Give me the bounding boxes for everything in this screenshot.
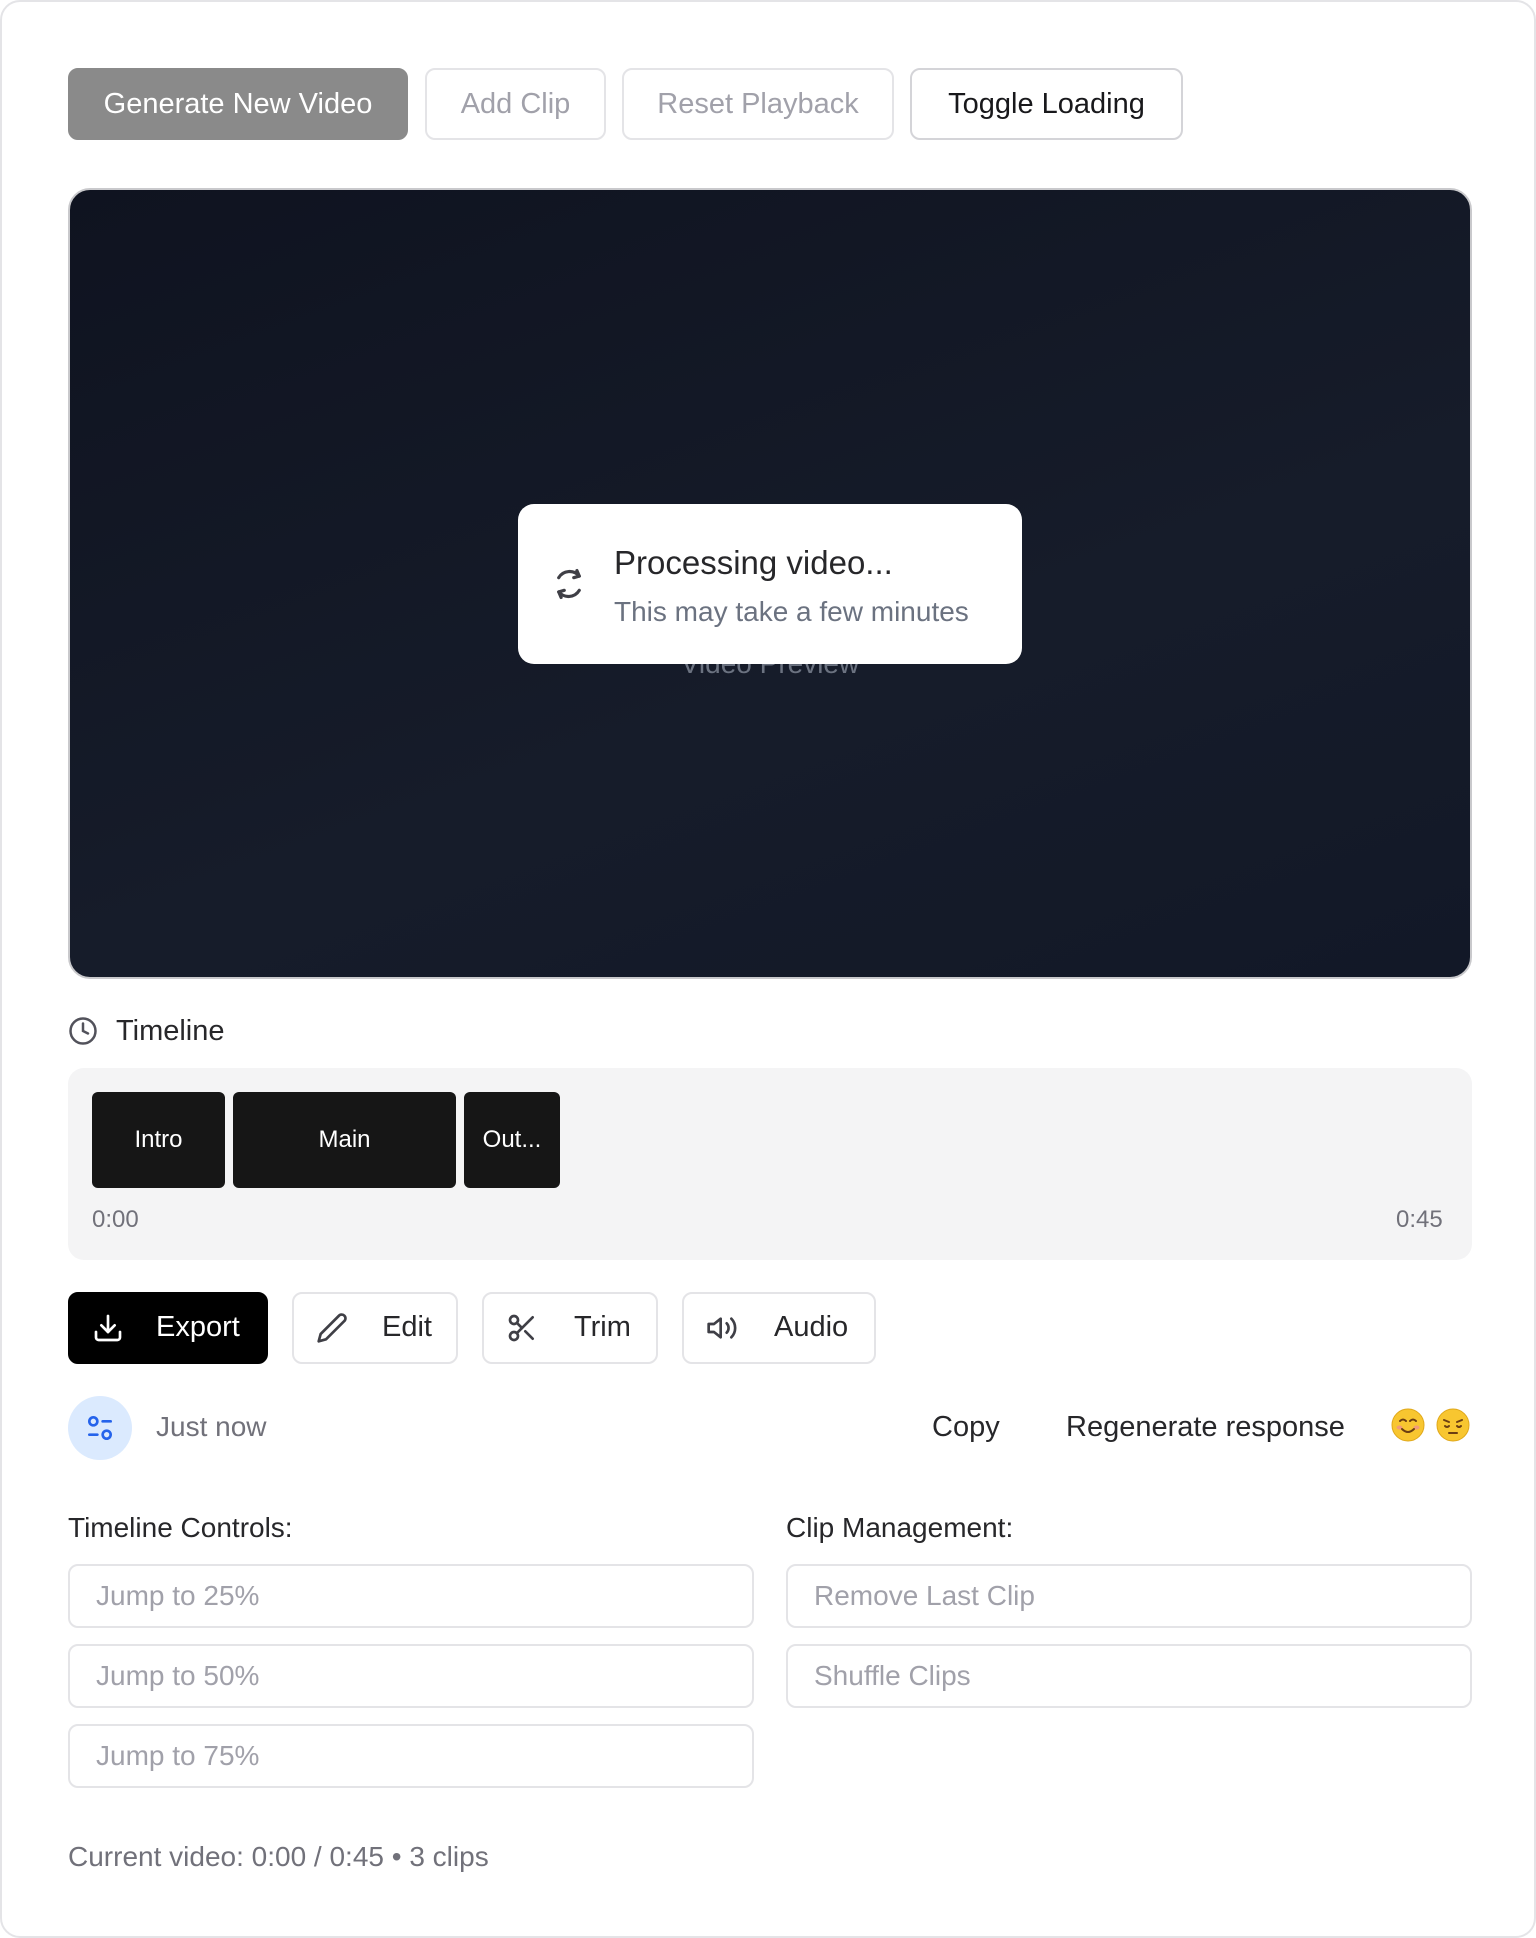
shuffle-clips-button[interactable]: Shuffle Clips bbox=[786, 1644, 1472, 1708]
audio-label: Audio bbox=[774, 1311, 849, 1343]
trim-label: Trim bbox=[574, 1311, 631, 1343]
timeline-clip[interactable]: Main bbox=[233, 1092, 456, 1188]
loading-subtitle: This may take a few minutes bbox=[614, 596, 969, 627]
pensive-emoji-icon[interactable] bbox=[1436, 1408, 1470, 1442]
refresh-spinner-icon bbox=[557, 568, 581, 600]
pencil-icon bbox=[317, 1313, 347, 1343]
audio-button[interactable]: Audio bbox=[682, 1292, 876, 1364]
response-timestamp: Just now bbox=[156, 1411, 267, 1442]
speaker-icon bbox=[707, 1317, 737, 1339]
timeline-clip[interactable]: Intro bbox=[92, 1092, 225, 1188]
trim-button[interactable]: Trim bbox=[482, 1292, 658, 1364]
add-clip-button[interactable]: Add Clip bbox=[425, 68, 606, 140]
edit-label: Edit bbox=[382, 1311, 432, 1343]
smile-emoji-icon[interactable] bbox=[1391, 1408, 1425, 1442]
download-icon bbox=[94, 1314, 122, 1342]
export-label: Export bbox=[156, 1311, 240, 1343]
edit-button[interactable]: Edit bbox=[292, 1292, 458, 1364]
timeline-heading: Timeline bbox=[116, 1015, 225, 1047]
scissors-icon bbox=[508, 1314, 534, 1342]
clip-management-title: Clip Management: bbox=[786, 1512, 1014, 1543]
copy-button[interactable]: Copy bbox=[932, 1411, 1000, 1444]
timeline-end-time: 0:45 bbox=[1396, 1206, 1443, 1233]
jump-50-button[interactable]: Jump to 50% bbox=[68, 1644, 754, 1708]
video-status: Current video: 0:00 / 0:45 • 3 clips bbox=[68, 1841, 489, 1872]
video-editor-card: Generate New Video Add Clip Reset Playba… bbox=[0, 0, 1536, 1938]
jump-75-button[interactable]: Jump to 75% bbox=[68, 1724, 754, 1788]
remove-last-clip-button[interactable]: Remove Last Clip bbox=[786, 1564, 1472, 1628]
timeline-clip[interactable]: Out... bbox=[464, 1092, 560, 1188]
export-button[interactable]: Export bbox=[68, 1292, 268, 1364]
timeline-start-time: 0:00 bbox=[92, 1206, 139, 1233]
loading-overlay bbox=[518, 504, 1022, 664]
reset-playback-button[interactable]: Reset Playback bbox=[622, 68, 894, 140]
regenerate-response-button[interactable]: Regenerate response bbox=[1066, 1411, 1345, 1444]
timeline-controls-title: Timeline Controls: bbox=[68, 1512, 293, 1543]
avatar bbox=[68, 1396, 132, 1460]
sliders-icon bbox=[88, 1416, 112, 1440]
toggle-loading-button[interactable]: Toggle Loading bbox=[910, 68, 1183, 140]
loading-title: Processing video... bbox=[614, 544, 893, 581]
jump-25-button[interactable]: Jump to 25% bbox=[68, 1564, 754, 1628]
clock-icon bbox=[69, 1017, 97, 1045]
generate-new-video-button[interactable]: Generate New Video bbox=[68, 68, 408, 140]
